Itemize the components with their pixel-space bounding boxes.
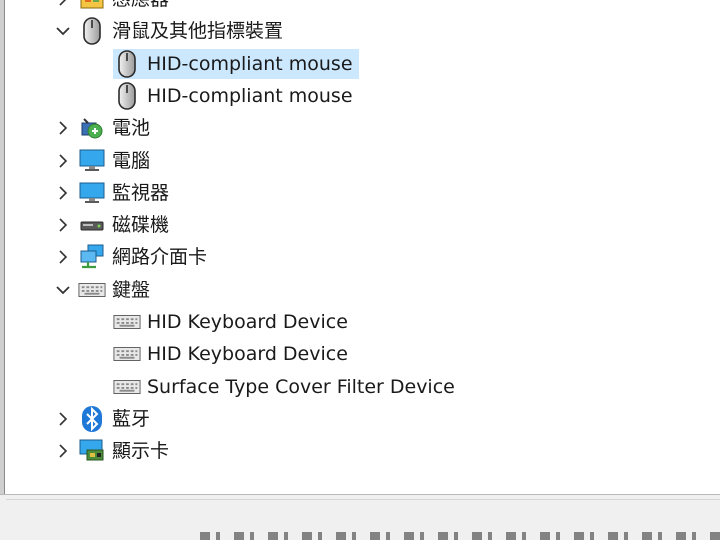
chevron-right-icon[interactable]	[52, 177, 74, 209]
tree-device-label: HID-compliant mouse	[147, 52, 353, 75]
tree-category-bluetooth[interactable]: 藍牙	[59, 403, 151, 435]
chevron-right-icon[interactable]	[52, 209, 74, 241]
monitor-icon	[78, 179, 106, 207]
tree-device-item[interactable]: HID-compliant mouse	[113, 48, 359, 80]
disk-drive-icon	[78, 211, 106, 239]
device-tree[interactable]: 感應器滑鼠及其他指標裝置 HID-compliant mouse HID-compl…	[6, 0, 720, 494]
tree-category-display-adapter[interactable]: 顯示卡	[59, 435, 170, 467]
chevron-right-icon[interactable]	[52, 435, 74, 467]
tree-category-keyboard[interactable]: 鍵盤	[56, 274, 151, 306]
tree-category-battery[interactable]: 電池	[59, 112, 151, 144]
mouse-icon	[113, 82, 141, 110]
tree-category-label: 電腦	[112, 149, 151, 172]
device-item-content: HID-compliant mouse	[113, 81, 353, 111]
keyboard-icon	[113, 340, 141, 368]
window-left-border	[0, 0, 5, 540]
device-item-content: HID Keyboard Device	[113, 307, 348, 337]
status-bar-overlap	[200, 532, 720, 540]
network-adapter-icon	[78, 243, 106, 271]
chevron-right-icon[interactable]	[52, 403, 74, 435]
tree-category-label: 監視器	[112, 181, 170, 204]
chevron-down-icon[interactable]	[52, 274, 74, 306]
status-bar-panel	[6, 499, 720, 532]
tree-category-sensor[interactable]: 感應器	[59, 0, 169, 15]
tree-device-label: Surface Type Cover Filter Device	[147, 375, 455, 398]
selection-highlight: HID-compliant mouse	[113, 48, 359, 79]
tree-device-item[interactable]: Surface Type Cover Filter Device	[113, 371, 455, 403]
tree-category-label: 感應器	[112, 0, 169, 15]
chevron-right-icon[interactable]	[52, 145, 74, 177]
device-item-content: HID Keyboard Device	[113, 339, 348, 369]
tree-device-label: HID-compliant mouse	[147, 84, 353, 107]
tree-category-label: 磁碟機	[112, 214, 170, 237]
chevron-right-icon[interactable]	[52, 0, 74, 15]
tree-device-item[interactable]: HID Keyboard Device	[113, 338, 348, 370]
tree-category-network-adapter[interactable]: 網路介面卡	[59, 241, 208, 273]
device-item-content: Surface Type Cover Filter Device	[113, 372, 455, 402]
display-adapter-icon	[78, 437, 106, 465]
tree-category-label: 鍵盤	[112, 278, 151, 301]
tree-device-item[interactable]: HID Keyboard Device	[113, 306, 348, 338]
chevron-right-icon[interactable]	[52, 241, 74, 273]
battery-icon	[78, 114, 106, 142]
chevron-right-icon[interactable]	[52, 112, 74, 144]
tree-category-label: 滑鼠及其他指標裝置	[112, 20, 284, 43]
tree-category-computer[interactable]: 電腦	[59, 145, 151, 177]
keyboard-icon	[113, 373, 141, 401]
tree-category-monitor[interactable]: 監視器	[59, 177, 170, 209]
tree-category-label: 網路介面卡	[112, 246, 208, 269]
tree-category-label: 顯示卡	[112, 440, 170, 463]
tree-device-label: HID Keyboard Device	[147, 343, 348, 366]
mouse-icon	[113, 49, 141, 78]
keyboard-icon	[113, 308, 141, 336]
tree-category-disk-drive[interactable]: 磁碟機	[59, 209, 170, 241]
keyboard-icon	[78, 276, 106, 304]
tree-device-item[interactable]: HID-compliant mouse	[113, 80, 353, 112]
bluetooth-icon	[78, 405, 106, 433]
status-bar	[0, 494, 720, 540]
tree-category-label: 電池	[112, 117, 151, 140]
chevron-down-icon[interactable]	[52, 15, 74, 47]
tree-category-mouse[interactable]: 滑鼠及其他指標裝置	[56, 15, 284, 47]
tree-device-label: HID Keyboard Device	[147, 311, 348, 333]
computer-icon	[78, 147, 106, 175]
mouse-icon	[78, 17, 106, 46]
sensor-icon	[78, 0, 106, 13]
tree-category-label: 藍牙	[112, 407, 151, 430]
